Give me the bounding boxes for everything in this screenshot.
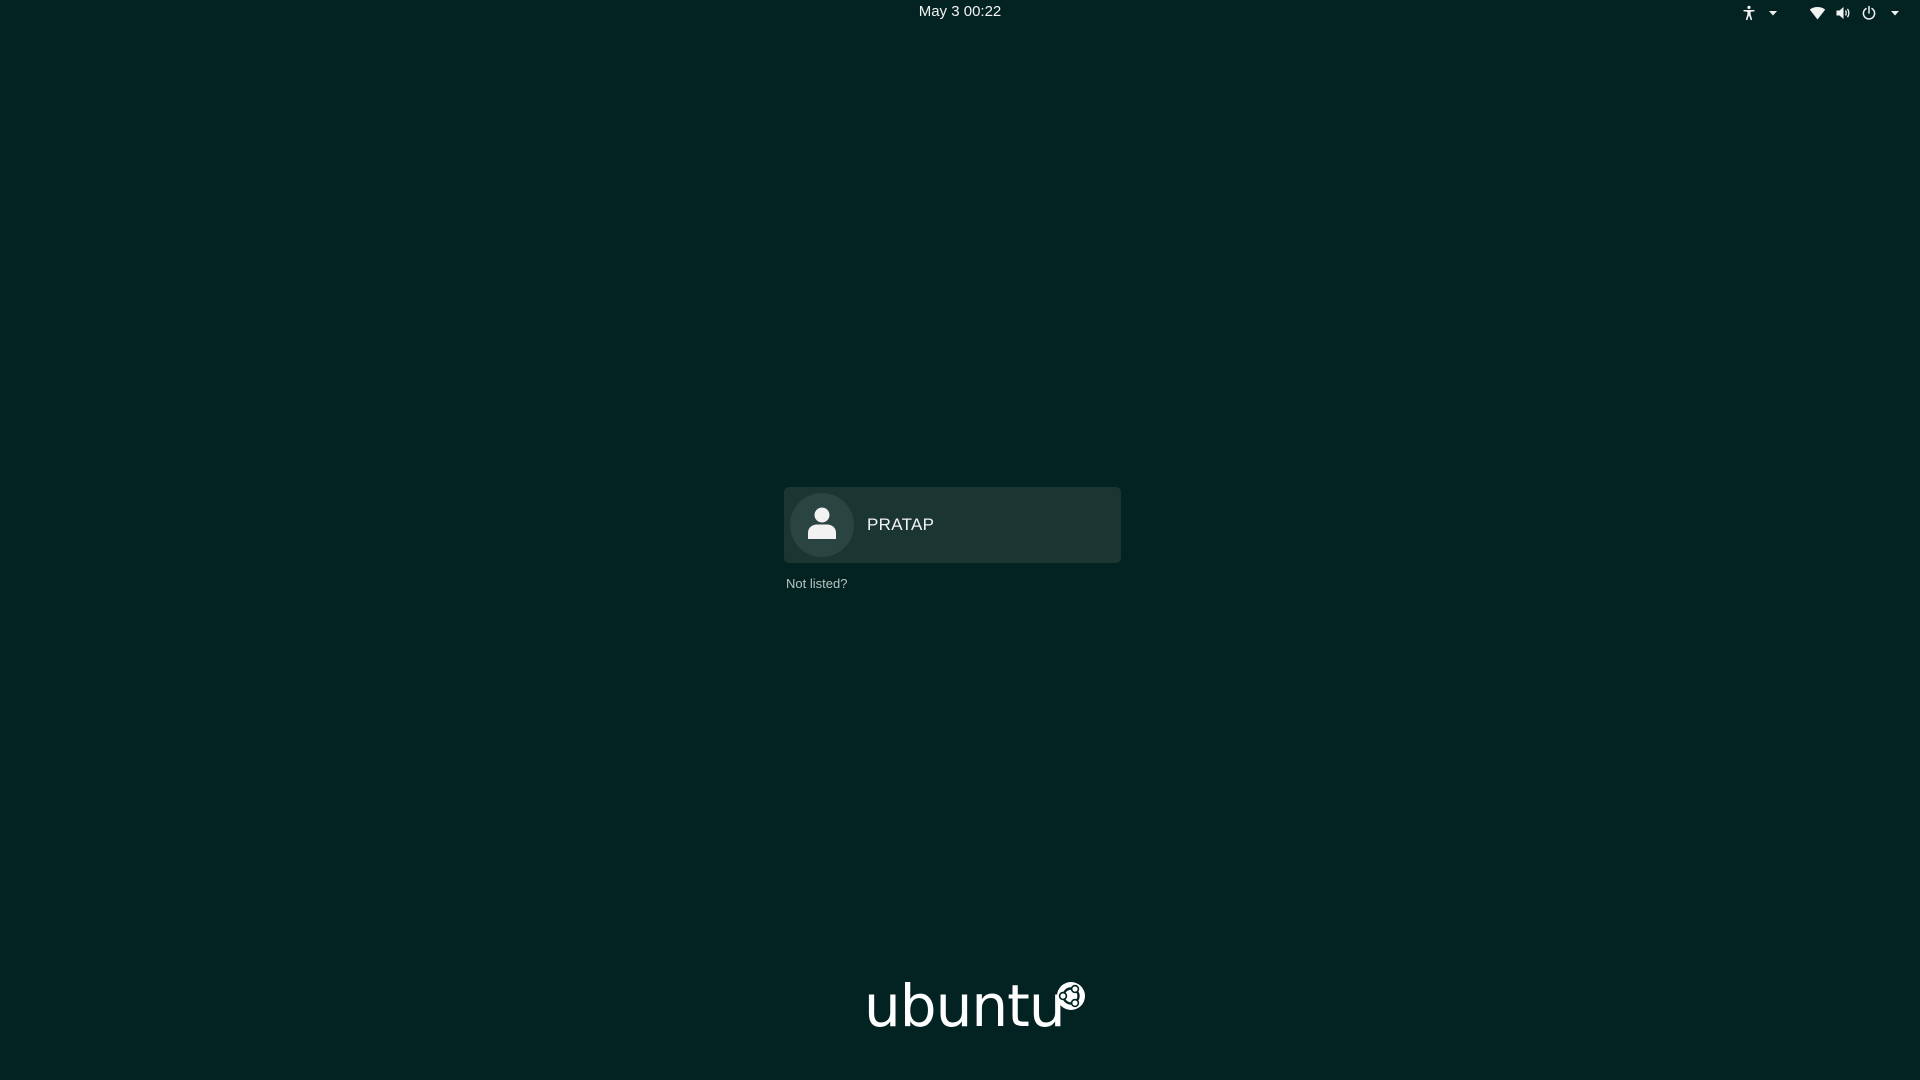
top-bar: May 3 00:22 bbox=[0, 0, 1920, 26]
system-menu-button[interactable] bbox=[1808, 2, 1904, 24]
chevron-down-icon bbox=[1886, 4, 1904, 22]
circle-of-friends-icon bbox=[1056, 981, 1086, 1011]
logo-wordmark: ubuntu bbox=[864, 972, 1066, 1040]
clock-button[interactable]: May 3 00:22 bbox=[860, 3, 1060, 20]
ubuntu-logo: ubuntu bbox=[864, 975, 1090, 1037]
accessibility-icon bbox=[1740, 4, 1758, 22]
power-icon bbox=[1860, 4, 1878, 22]
avatar bbox=[790, 493, 854, 557]
accessibility-menu-button[interactable] bbox=[1740, 2, 1782, 24]
wifi-icon bbox=[1808, 4, 1826, 22]
not-listed-link[interactable]: Not listed? bbox=[786, 576, 847, 591]
user-name: PRATAP bbox=[867, 515, 935, 534]
user-silhouette-icon bbox=[807, 506, 837, 545]
user-list-item[interactable]: PRATAP bbox=[784, 487, 1121, 563]
speaker-icon bbox=[1834, 4, 1852, 22]
chevron-down-icon bbox=[1764, 4, 1782, 22]
